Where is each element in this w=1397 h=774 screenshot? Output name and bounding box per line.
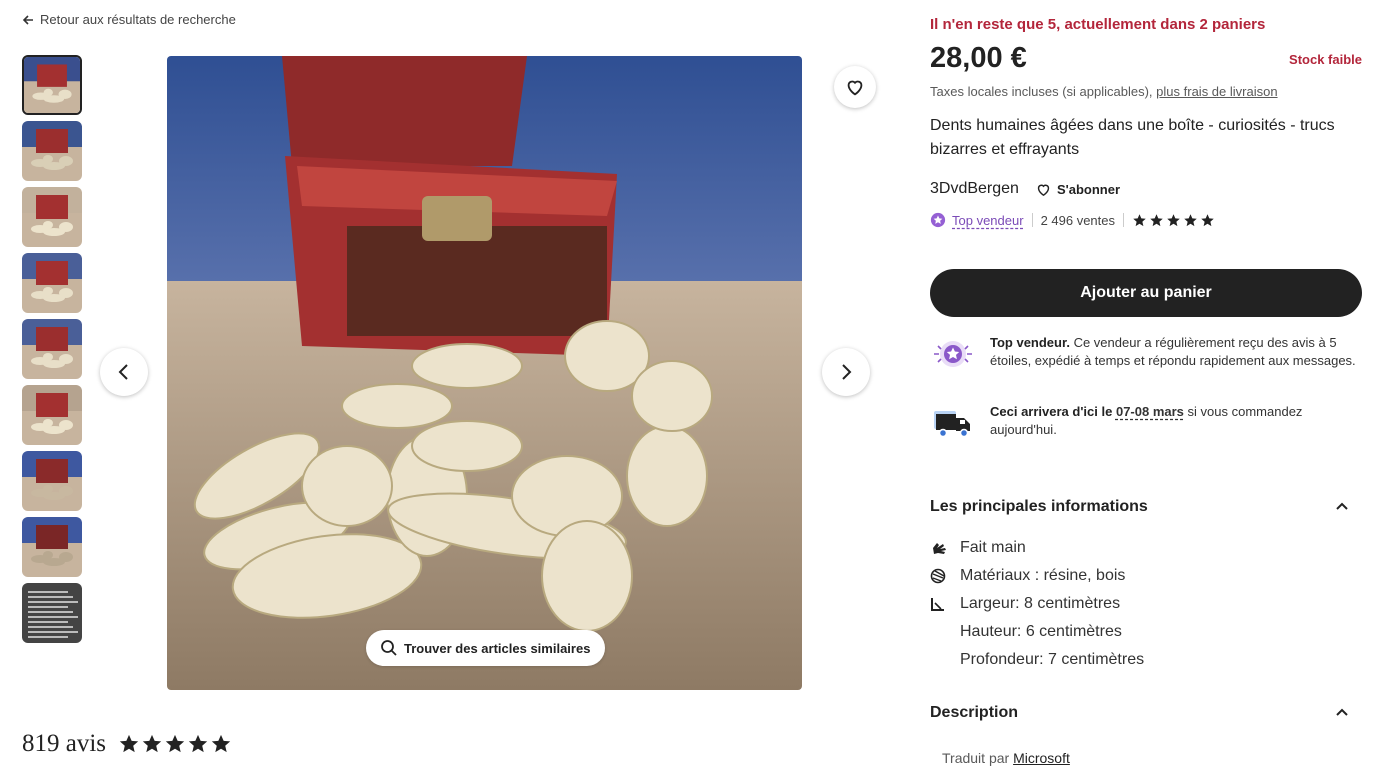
top-seller-title: Top vendeur. xyxy=(990,335,1070,350)
listing-title: Dents humaines âgées dans une boîte - cu… xyxy=(930,117,1335,158)
ruler-icon xyxy=(930,596,960,612)
find-similar-button[interactable]: Trouver des articles similaires xyxy=(366,630,606,666)
highlight-text: Fait main xyxy=(960,539,1026,556)
thumbnail[interactable] xyxy=(22,55,82,115)
highlights-toggle[interactable]: Les principales informations xyxy=(930,498,1362,516)
delivery-info: Ceci arrivera d'ici le 07-08 mars si vou… xyxy=(930,403,1362,443)
arrow-left-icon xyxy=(22,14,33,25)
star-icon xyxy=(188,734,208,753)
highlight-item: Largeur: 8 centimètres xyxy=(930,590,1144,618)
chevron-up-icon xyxy=(1336,708,1348,716)
shipping-fees-link[interactable]: plus frais de livraison xyxy=(1156,84,1277,99)
star-icon xyxy=(1133,213,1146,226)
chevron-right-icon xyxy=(842,364,852,380)
seller-badge-icon xyxy=(930,334,976,374)
hand-icon xyxy=(930,540,960,556)
top-seller-label: Top vendeur xyxy=(952,212,1024,228)
thumbnail[interactable] xyxy=(22,583,82,643)
star-icon xyxy=(119,734,139,753)
back-link-label: Retour aux résultats de recherche xyxy=(40,12,236,27)
back-to-results-link[interactable]: Retour aux résultats de recherche xyxy=(22,12,236,27)
star-icon xyxy=(1167,213,1180,226)
shop-name-link[interactable]: 3DvdBergen xyxy=(930,180,1019,198)
chevron-left-icon xyxy=(118,364,128,380)
search-icon xyxy=(381,640,397,656)
thumbnail[interactable] xyxy=(22,385,82,445)
thumbnail[interactable] xyxy=(22,121,82,181)
highlight-text: Profondeur: 7 centimètres xyxy=(960,651,1145,668)
price: 28,00 € xyxy=(930,42,1027,74)
thumbnail[interactable] xyxy=(22,451,82,511)
thumbnail[interactable] xyxy=(22,253,82,313)
translated-prefix: Traduit par xyxy=(942,750,1010,766)
delivery-prefix: Ceci arrivera d'ici le xyxy=(990,404,1113,419)
shop-stats: Top vendeur 2 496 ventes xyxy=(930,212,1216,228)
heart-icon xyxy=(1037,184,1050,196)
follow-label: S'abonner xyxy=(1056,181,1120,197)
top-seller-badge[interactable]: Top vendeur xyxy=(930,212,1024,228)
previous-image-button[interactable] xyxy=(100,348,148,396)
highlight-item: Matériaux : résine, bois xyxy=(930,562,1144,590)
highlights-list: Fait main Matériaux : résine, bois Largeur… xyxy=(930,534,1144,674)
top-seller-text: Top vendeur. Ce vendeur a régulièrement … xyxy=(990,334,1362,374)
find-similar-label: Trouver des articles similaires xyxy=(404,640,591,656)
thumbnail-list xyxy=(22,55,82,649)
highlight-item: Profondeur: 7 centimètres xyxy=(930,646,1144,674)
chevron-up-icon xyxy=(1336,502,1348,510)
truck-icon xyxy=(930,403,976,443)
highlight-item: Hauteur: 6 centimètres xyxy=(930,618,1144,646)
highlight-item: Fait main xyxy=(930,534,1144,562)
description-toggle[interactable]: Description xyxy=(930,704,1362,722)
next-image-button[interactable] xyxy=(822,348,870,396)
star-icon xyxy=(142,734,162,753)
description-heading: Description xyxy=(930,704,1019,721)
shop-rating-stars xyxy=(1132,213,1216,228)
highlight-text: Largeur: 8 centimètres xyxy=(960,595,1121,612)
delivery-text: Ceci arrivera d'ici le 07-08 mars si vou… xyxy=(990,403,1362,443)
star-icon xyxy=(1201,213,1214,226)
favorite-button[interactable] xyxy=(834,66,876,108)
star-icon xyxy=(1150,213,1163,226)
star-icon xyxy=(211,734,231,753)
highlight-text: Hauteur: 6 centimètres xyxy=(960,623,1122,640)
follow-shop-button[interactable]: S'abonner xyxy=(1035,181,1120,198)
shop-row: 3DvdBergen S'abonner xyxy=(930,180,1120,198)
scarcity-alert: Il n'en reste que 5, actuellement dans 2… xyxy=(930,16,1266,33)
reviews-count: 819 avis xyxy=(22,730,107,757)
reviews-summary: 819 avis xyxy=(22,730,232,758)
thumbnail[interactable] xyxy=(22,319,82,379)
star-icon xyxy=(165,734,185,753)
stock-badge: Stock faible xyxy=(1289,52,1362,67)
thumbnail[interactable] xyxy=(22,517,82,577)
divider xyxy=(1123,213,1125,227)
divider xyxy=(1031,213,1033,227)
add-to-cart-button[interactable]: Ajouter au panier xyxy=(930,269,1362,317)
translation-note: Traduit par Microsoft xyxy=(942,750,1070,766)
tax-info: Taxes locales incluses (si applicables),… xyxy=(930,84,1278,99)
top-seller-info: Top vendeur. Ce vendeur a régulièrement … xyxy=(930,334,1362,374)
star-icon xyxy=(1184,213,1197,226)
heart-icon xyxy=(847,80,863,96)
highlights-heading: Les principales informations xyxy=(930,498,1148,515)
tax-prefix: Taxes locales incluses (si applicables), xyxy=(930,84,1153,99)
highlight-text: Matériaux : résine, bois xyxy=(960,567,1126,584)
material-icon xyxy=(930,568,960,584)
main-product-image xyxy=(167,56,802,690)
delivery-dates[interactable]: 07-08 mars xyxy=(1116,404,1184,419)
translator-link[interactable]: Microsoft xyxy=(1013,750,1070,766)
thumbnail[interactable] xyxy=(22,187,82,247)
sales-count: 2 496 ventes xyxy=(1040,212,1116,228)
star-badge-icon xyxy=(930,212,946,228)
reviews-stars xyxy=(118,733,232,755)
